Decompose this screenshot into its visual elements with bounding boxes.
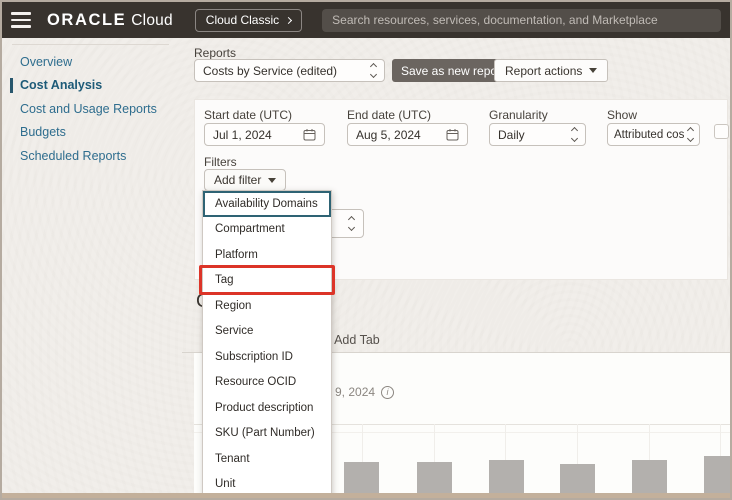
end-date-input[interactable]	[347, 123, 468, 146]
filters-label: Filters	[204, 155, 237, 169]
report-actions-button[interactable]: Report actions	[494, 59, 608, 82]
sidebar-item-cost-and-usage-reports[interactable]: Cost and Usage Reports	[2, 97, 180, 121]
menu-item-resource-ocid[interactable]: Resource OCID	[203, 370, 331, 396]
granularity-label: Granularity	[489, 108, 548, 122]
menu-item-availability-domains[interactable]: Availability Domains	[203, 191, 331, 217]
select-updown-icon	[688, 128, 693, 141]
active-indicator	[10, 78, 13, 93]
app-window: ORACLE Cloud Cloud Classic Overview Cost …	[0, 0, 732, 500]
cloud-classic-label: Cloud Classic	[206, 13, 279, 27]
sidebar: Overview Cost Analysis Cost and Usage Repo…	[2, 50, 180, 168]
menu-item-region[interactable]: Region	[203, 293, 331, 319]
start-date-label: Start date (UTC)	[204, 108, 292, 122]
sidebar-item-label: Overview	[20, 55, 72, 69]
sidebar-item-budgets[interactable]: Budgets	[2, 121, 180, 145]
select-updown-icon	[371, 64, 376, 77]
sidebar-item-label: Budgets	[20, 125, 66, 139]
chart-date-range-fragment: 9, 2024 i	[335, 385, 394, 399]
end-date-value[interactable]	[356, 128, 440, 142]
topbar: ORACLE Cloud Cloud Classic	[2, 2, 730, 38]
report-select[interactable]: Costs by Service (edited)	[194, 59, 385, 82]
select-updown-icon	[572, 128, 577, 141]
menu-item-product-description[interactable]: Product description	[203, 395, 331, 421]
sidebar-item-scheduled-reports[interactable]: Scheduled Reports	[2, 144, 180, 168]
brand-oracle: ORACLE	[47, 11, 126, 30]
menu-item-service[interactable]: Service	[203, 319, 331, 345]
granularity-select[interactable]: Daily	[489, 123, 586, 146]
chevron-right-icon	[285, 16, 292, 23]
brand-cloud: Cloud	[131, 12, 173, 30]
menu-item-subscription-id[interactable]: Subscription ID	[203, 344, 331, 370]
search-input[interactable]	[322, 9, 721, 32]
report-select-value: Costs by Service (edited)	[203, 64, 365, 78]
report-actions-label: Report actions	[505, 64, 582, 78]
add-filter-button[interactable]: Add filter	[204, 169, 286, 191]
sidebar-item-label: Cost Analysis	[20, 78, 102, 92]
show-select[interactable]: Attributed cost	[607, 123, 700, 146]
add-filter-menu: Availability DomainsCompartmentPlatformT…	[202, 190, 332, 500]
calendar-icon	[303, 128, 316, 141]
reports-section-label: Reports	[194, 46, 236, 60]
add-tab-button[interactable]: + Add Tab	[324, 333, 380, 347]
date-fragment-text: 9, 2024	[335, 385, 375, 399]
menu-item-sku-part-number[interactable]: SKU (Part Number)	[203, 421, 331, 447]
menu-item-compartment[interactable]: Compartment	[203, 217, 331, 243]
bottom-window-bar	[2, 493, 730, 498]
oracle-cloud-logo: ORACLE Cloud	[47, 11, 173, 30]
sidebar-item-label: Cost and Usage Reports	[20, 102, 157, 116]
caret-down-icon	[268, 178, 276, 183]
select-updown-icon	[349, 217, 354, 230]
sidebar-item-overview[interactable]: Overview	[2, 50, 180, 74]
hamburger-menu-icon[interactable]	[11, 12, 31, 28]
start-date-value[interactable]	[213, 128, 297, 142]
end-date-label: End date (UTC)	[347, 108, 431, 122]
attribution-checkbox[interactable]	[714, 124, 729, 139]
info-icon: i	[381, 386, 394, 399]
sidebar-item-label: Scheduled Reports	[20, 149, 126, 163]
menu-item-tag[interactable]: Tag	[203, 268, 331, 294]
sidebar-divider	[12, 44, 169, 45]
show-label: Show	[607, 108, 637, 122]
calendar-icon	[446, 128, 459, 141]
sidebar-item-cost-analysis[interactable]: Cost Analysis	[2, 74, 180, 98]
chart-bar	[704, 456, 732, 498]
menu-item-tenant[interactable]: Tenant	[203, 446, 331, 472]
cloud-classic-button[interactable]: Cloud Classic	[195, 9, 302, 32]
show-value: Attributed cost	[614, 129, 684, 141]
start-date-input[interactable]	[204, 123, 325, 146]
menu-item-platform[interactable]: Platform	[203, 242, 331, 268]
caret-down-icon	[589, 68, 597, 73]
granularity-value: Daily	[498, 128, 566, 142]
add-filter-label: Add filter	[214, 173, 261, 187]
